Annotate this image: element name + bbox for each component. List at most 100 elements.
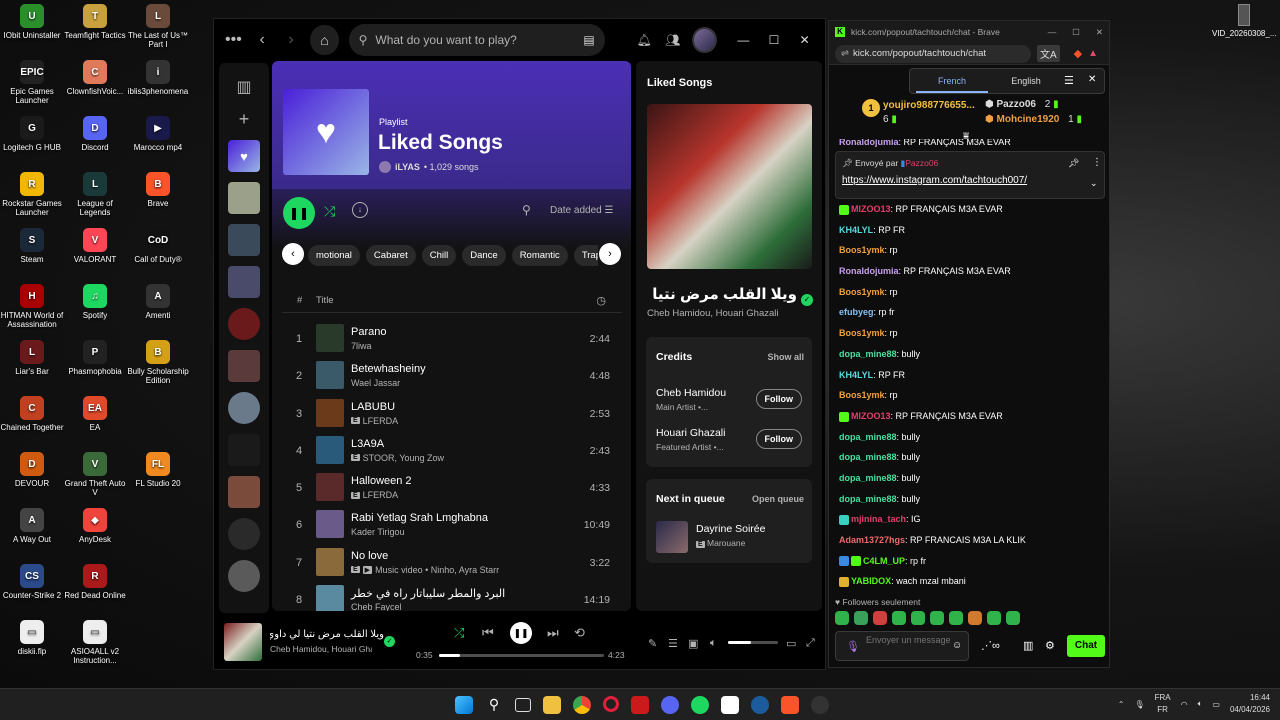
chat-username[interactable]: Ronaldojumia xyxy=(839,266,899,276)
steam-icon[interactable] xyxy=(751,696,769,714)
track-artist[interactable]: 7liwa xyxy=(351,341,372,351)
desktop-icon[interactable]: A A Way Out xyxy=(0,508,64,544)
browse-icon[interactable]: ▤ xyxy=(583,33,594,47)
track-name[interactable]: L3A9A xyxy=(351,438,384,450)
track-row[interactable]: 2 Betewhasheiny Wael Jassar 4:48 xyxy=(282,358,622,395)
capcut-icon[interactable] xyxy=(721,696,739,714)
language-indicator[interactable]: FRA FR xyxy=(1155,692,1171,716)
chat-username[interactable]: C4LM_UP xyxy=(863,556,905,566)
desktop-icon[interactable]: C Chained Together xyxy=(0,396,64,432)
emote[interactable] xyxy=(930,611,944,625)
progress-bar[interactable] xyxy=(439,654,604,657)
sidebar-item-artist[interactable] xyxy=(228,308,260,340)
player-artist[interactable]: Cheb Hamidou, Houari Ghazali xyxy=(270,644,372,654)
track-name[interactable]: LABUBU xyxy=(351,401,395,413)
user-avatar[interactable] xyxy=(692,27,717,53)
desktop-icon[interactable]: B Brave xyxy=(126,172,190,208)
desktop-icon[interactable]: S Steam xyxy=(0,228,64,264)
shuffle-icon[interactable]: ⤮ xyxy=(324,203,335,220)
minimize-icon[interactable]: — xyxy=(1048,27,1057,37)
follow-button[interactable]: Follow xyxy=(755,389,802,409)
search-input[interactable] xyxy=(375,33,576,47)
leader-name[interactable]: ⬢ Mohcine1920 1 ▮ xyxy=(985,114,1082,125)
chat-username[interactable]: efubyeg xyxy=(839,307,874,317)
brave-icon[interactable] xyxy=(781,696,799,714)
battery-icon[interactable]: ▭ xyxy=(1212,700,1220,709)
leader-name[interactable]: youjiro988776655... xyxy=(883,100,979,111)
connect-device-icon[interactable]: ▣ xyxy=(688,637,698,650)
filter-chip[interactable]: Romantic xyxy=(511,244,568,266)
chat-username[interactable]: mjinina_tach xyxy=(851,514,906,524)
track-name[interactable]: البرد والمطر سليباتار راه في خطر xyxy=(351,587,505,600)
desktop-icon[interactable]: ▭ diskii.flp xyxy=(0,620,64,656)
next-icon[interactable]: ⏭︎ xyxy=(547,625,559,641)
sidebar-item-playlist[interactable] xyxy=(228,350,260,382)
emote[interactable] xyxy=(892,611,906,625)
emote[interactable] xyxy=(1006,611,1020,625)
desktop-icon[interactable]: H HITMAN World of Assassination xyxy=(0,284,64,329)
follow-button[interactable]: Follow xyxy=(755,429,802,449)
sidebar-item-artist[interactable] xyxy=(228,560,260,592)
back-icon[interactable]: ‹ xyxy=(253,31,272,49)
emote[interactable] xyxy=(911,611,925,625)
track-artist[interactable]: E LFERDA xyxy=(351,490,398,500)
translate-from-tab[interactable]: French xyxy=(916,69,988,93)
hype-icon[interactable]: ⋰∞ xyxy=(981,639,1000,652)
credit-name[interactable]: Cheb Hamidou xyxy=(656,387,726,399)
microphone-icon[interactable]: 🎙︎ xyxy=(1134,700,1144,709)
desktop-icon[interactable]: T Teamfight Tactics xyxy=(63,4,127,40)
notifications-icon[interactable]: 🔔︎ xyxy=(635,33,654,47)
desktop-icon[interactable]: ♫ Spotify xyxy=(63,284,127,320)
chat-input[interactable] xyxy=(866,635,950,645)
sidebar-item-playlist[interactable] xyxy=(228,266,260,298)
owner-name[interactable]: iLYAS xyxy=(395,162,420,172)
minimize-icon[interactable]: — xyxy=(733,33,754,47)
filter-chip[interactable]: Cabaret xyxy=(365,244,416,266)
filter-chip[interactable]: motional xyxy=(308,244,360,266)
sidebar-item-artist[interactable] xyxy=(228,392,260,424)
track-artist[interactable]: Kader Tirigou xyxy=(351,527,405,537)
menu-icon[interactable]: ☰ xyxy=(1064,74,1074,87)
sidebar-item-liked-songs[interactable]: ♥ xyxy=(228,140,260,172)
track-artist[interactable]: Wael Jassar xyxy=(351,378,400,388)
desktop-icon[interactable]: U IObit Uninstaller xyxy=(0,4,64,40)
previous-icon[interactable]: ⏮︎ xyxy=(482,625,494,641)
track-name[interactable]: Halloween 2 xyxy=(351,475,412,487)
emote[interactable] xyxy=(949,611,963,625)
desktop-icon[interactable]: L League of Legends xyxy=(63,172,127,217)
volume-icon[interactable]: 🔈︎ xyxy=(710,637,717,650)
track-artist[interactable]: Cheb Faycel xyxy=(351,602,402,611)
desktop-icon[interactable]: ◆ AnyDesk xyxy=(63,508,127,544)
close-icon[interactable]: ✕ xyxy=(794,33,815,47)
chat-username[interactable]: Adam13727hgs xyxy=(839,535,905,545)
chips-prev-button[interactable]: ‹ xyxy=(282,243,304,265)
microphone-icon[interactable]: 🎙︎ xyxy=(846,640,860,653)
app-icon[interactable] xyxy=(811,696,829,714)
queue-icon[interactable]: ☰ xyxy=(668,637,678,650)
settings-icon[interactable]: ⚙ xyxy=(1045,639,1055,652)
desktop-icon[interactable]: EA EA xyxy=(63,396,127,432)
filter-icon[interactable]: ⩸ xyxy=(963,131,969,142)
chat-username[interactable]: dopa_mine88 xyxy=(839,349,897,359)
chat-username[interactable]: dopa_mine88 xyxy=(839,473,897,483)
wifi-icon[interactable]: ◠ xyxy=(1181,700,1188,709)
desktop-icon[interactable]: R Rockstar Games Launcher xyxy=(0,172,64,217)
lyrics-icon[interactable]: ✎ xyxy=(648,637,657,650)
track-artist[interactable]: E ▶ Music video • Ninho, Ayra Starr xyxy=(351,565,499,575)
chat-username[interactable]: dopa_mine88 xyxy=(839,494,897,504)
track-name[interactable]: Betewhasheiny xyxy=(351,363,426,375)
now-playing-title[interactable]: ويلا القلب مرض نتيا لي xyxy=(647,285,797,303)
chat-username[interactable]: YABIDOX xyxy=(851,576,891,586)
desktop-icon[interactable]: D Discord xyxy=(63,116,127,152)
emoji-icon[interactable]: ☺ xyxy=(952,640,962,651)
chat-username[interactable]: KH4LYL xyxy=(839,225,873,235)
track-artist[interactable]: E STOOR, Young Zow xyxy=(351,453,444,463)
desktop-icon[interactable]: B Bully Scholarship Edition xyxy=(126,340,190,385)
chat-username[interactable]: dopa_mine88 xyxy=(839,432,897,442)
desktop-icon[interactable]: A Amenti xyxy=(126,284,190,320)
saved-check-icon[interactable]: ✓ xyxy=(801,294,813,306)
task-view-icon[interactable] xyxy=(515,698,531,712)
windows-start-icon[interactable] xyxy=(455,696,473,714)
chat-input-box[interactable]: 🎙︎ ☺ xyxy=(835,631,969,661)
desktop-icon[interactable]: ▭ ASIO4ALL v2 Instruction... xyxy=(63,620,127,665)
